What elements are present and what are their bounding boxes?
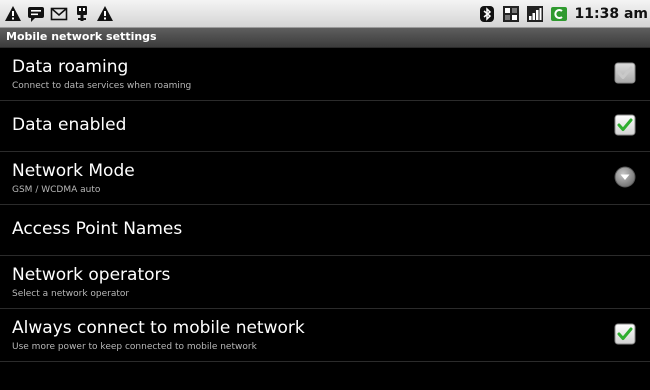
data-sync-icon (502, 5, 519, 22)
data-roaming-checkbox[interactable] (614, 62, 636, 84)
setting-always-connect[interactable]: Always connect to mobile network Use mor… (0, 309, 650, 362)
setting-summary: Connect to data services when roaming (12, 81, 192, 91)
page-title: Mobile network settings (6, 30, 157, 43)
bluetooth-icon (479, 5, 494, 22)
setting-title: Data roaming (12, 57, 129, 77)
network-mode-dropdown-icon[interactable] (614, 166, 636, 188)
setting-data-roaming[interactable]: Data roaming Connect to data services wh… (0, 48, 650, 101)
setting-network-mode[interactable]: Network Mode GSM / WCDMA auto (0, 152, 650, 205)
setting-access-point-names[interactable]: Access Point Names (0, 205, 650, 256)
settings-list: Data roaming Connect to data services wh… (0, 48, 650, 362)
title-bar: Mobile network settings (0, 28, 650, 48)
status-bar: 11:38 am (0, 0, 650, 28)
warning-icon (5, 5, 21, 21)
setting-title: Data enabled (12, 115, 127, 135)
chat-icon (28, 6, 44, 22)
setting-title: Access Point Names (12, 219, 183, 239)
setting-title: Always connect to mobile network (12, 318, 305, 338)
setting-data-enabled[interactable]: Data enabled (0, 101, 650, 152)
setting-summary: Use more power to keep connected to mobi… (12, 342, 257, 352)
battery-icon (550, 6, 567, 21)
setting-title: Network operators (12, 265, 171, 285)
data-enabled-checkbox[interactable] (614, 114, 636, 136)
setting-title: Network Mode (12, 161, 135, 181)
always-connect-checkbox[interactable] (614, 323, 636, 345)
setting-summary: GSM / WCDMA auto (12, 185, 101, 195)
mail-icon (50, 7, 68, 20)
warning-icon (97, 5, 113, 21)
clock: 11:38 am (574, 5, 648, 22)
signal-icon (526, 5, 543, 22)
setting-summary: Select a network operator (12, 289, 130, 299)
setting-network-operators[interactable]: Network operators Select a network opera… (0, 256, 650, 309)
usb-icon (77, 5, 87, 21)
